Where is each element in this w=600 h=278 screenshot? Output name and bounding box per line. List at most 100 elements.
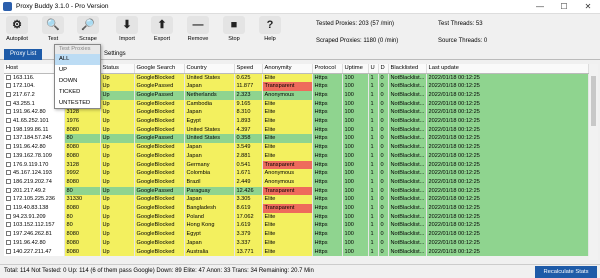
table-row[interactable]: 41.65.252.101 1976 Up GoogleBlocked Egypt 1.8… (4, 117, 589, 126)
table-cell: 100 (342, 108, 369, 118)
table-row[interactable]: 191.96.42.80 8080 Up GoogleBlocked Japan 3.54… (4, 143, 589, 152)
scrape-button[interactable]: 🔎 Scrape (73, 15, 103, 47)
table-row[interactable]: 198.199.86.11 8080 Up GoogleBlocked United S… (4, 125, 589, 135)
table-row[interactable]: 176.9.119.170 3128 Up GoogleBlocked Germany 0… (4, 160, 589, 170)
table-row[interactable]: 103.152.112.157 80 Up GoogleBlocked Hong Kon… (4, 221, 589, 231)
row-checkbox[interactable] (6, 248, 11, 254)
remove-button[interactable]: — Remove (183, 15, 213, 47)
test-threads-stat: Test Threads: 53 (438, 21, 483, 27)
row-checkbox[interactable] (6, 170, 11, 176)
recalculate-stats-button[interactable]: Recalculate Stats (535, 266, 597, 278)
import-button[interactable]: ⬇ Import (112, 15, 142, 47)
dropdown-item-ticked[interactable]: TICKED (55, 87, 100, 98)
table-cell: Elite (262, 195, 313, 205)
row-checkbox[interactable] (6, 239, 11, 245)
host-text: 163.116. (13, 74, 35, 81)
table-cell: 2022/01/18 00:12:25 (426, 186, 589, 196)
minimize-button[interactable]: — (528, 0, 552, 14)
test-button[interactable]: 🔍 Test (38, 15, 68, 47)
table-row[interactable]: 186.219.202.74 8080 Up GoogleBlocked Brazil 2… (4, 177, 589, 187)
row-checkbox[interactable] (6, 109, 11, 115)
maximize-button[interactable]: ☐ (552, 0, 576, 14)
table-row[interactable]: 172.105.225.236 31330 Up GoogleBlocked Japan… (4, 195, 589, 205)
table-row[interactable]: 191.96.42.80 3128 Up GoogleBlocked Japan 8.31… (4, 108, 589, 118)
column-header[interactable]: Anonymity (262, 64, 313, 74)
column-header[interactable]: Last update (426, 64, 589, 74)
close-button[interactable]: ✕ (576, 0, 600, 14)
table-cell: Elite (262, 134, 313, 144)
column-header[interactable]: Blacklisted (388, 64, 427, 74)
table-row[interactable]: 94.23.91.209 80 Up GoogleBlocked Poland 17.06… (4, 212, 589, 222)
dropdown-item-down[interactable]: DOWN (55, 76, 100, 87)
column-header[interactable]: Protocol (312, 64, 343, 74)
table-cell: 0 (378, 169, 389, 178)
row-checkbox[interactable] (6, 91, 11, 97)
table-cell: 100 (342, 238, 369, 248)
dropdown-item-all[interactable]: ALL (55, 54, 100, 65)
column-header[interactable]: U (368, 64, 379, 74)
row-checkbox[interactable] (6, 178, 11, 184)
table-row[interactable]: 139.162.78.109 8080 Up GoogleBlocked Japan 2.… (4, 151, 589, 161)
table-cell: 1 (368, 204, 379, 213)
row-checkbox[interactable] (6, 161, 11, 167)
column-header[interactable]: Speed (234, 64, 263, 74)
table-row[interactable]: 197.246.262.81 8080 Up GoogleBlocked Egypt 3.… (4, 230, 589, 239)
table-cell: 1 (368, 177, 379, 187)
table-cell: NotBlacklist... (388, 204, 427, 213)
export-button[interactable]: ⬆ Export (147, 15, 177, 47)
autopilot-button[interactable]: ⚙ Autopilot (2, 15, 32, 47)
dropdown-item-up[interactable]: UP (55, 65, 100, 76)
table-cell: United States (184, 125, 235, 135)
table-cell: 31330 (64, 195, 101, 205)
table-cell: 2022/01/18 00:12:25 (426, 73, 589, 83)
table-cell: 0 (378, 125, 389, 135)
column-header[interactable]: Status (100, 64, 135, 74)
row-checkbox[interactable] (6, 100, 11, 106)
table-cell: 1 (368, 230, 379, 239)
row-checkbox[interactable] (6, 135, 11, 141)
scrollbar-thumb[interactable] (591, 76, 596, 126)
table-cell: Up (100, 117, 135, 126)
column-header[interactable]: Uptime (342, 64, 369, 74)
row-checkbox[interactable] (6, 144, 11, 150)
table-row[interactable]: 140.227.211.47 8080 Up GoogleBlocked Austral… (4, 247, 589, 257)
table-row[interactable]: 45.167.124.193 9992 Up GoogleBlocked Colombi… (4, 169, 589, 178)
row-checkbox[interactable] (6, 126, 11, 132)
row-checkbox[interactable] (6, 196, 11, 202)
vertical-scrollbar[interactable] (589, 64, 598, 260)
table-cell: 0 (378, 82, 389, 91)
table-cell: 100 (342, 143, 369, 152)
column-header[interactable]: Google Search (134, 64, 185, 74)
table-cell: Anonymous (262, 90, 313, 100)
table-cell: Elite (262, 143, 313, 152)
table-cell: Up (100, 160, 135, 170)
help-button[interactable]: ? Help (255, 15, 285, 47)
column-header[interactable]: D (378, 64, 389, 74)
row-checkbox[interactable] (6, 152, 11, 158)
table-cell: 201.217.49.2 (4, 186, 65, 196)
column-header[interactable]: Country (184, 64, 235, 74)
table-row[interactable]: 137.184.57.245 80 Up GooglePassed United Sta… (4, 134, 589, 144)
table-cell: GoogleBlocked (134, 143, 185, 152)
row-checkbox[interactable] (6, 83, 11, 89)
table-row[interactable]: 119.40.83.138 8080 Up GoogleBlocked Banglade… (4, 204, 589, 213)
row-checkbox[interactable] (6, 187, 11, 193)
table-row[interactable]: 201.217.49.2 80 Up GooglePassed Paraguay 12.4… (4, 186, 589, 196)
row-checkbox[interactable] (6, 213, 11, 219)
table-row[interactable]: 191.96.42.80 8080 Up GoogleBlocked Japan 3.33… (4, 238, 589, 248)
row-checkbox[interactable] (6, 118, 11, 124)
tab-settings[interactable]: Settings (98, 49, 132, 60)
table-cell: 1.671 (234, 169, 263, 178)
stop-button[interactable]: ■ Stop (219, 15, 249, 47)
row-checkbox[interactable] (6, 74, 11, 80)
table-cell: Elite (262, 108, 313, 118)
row-checkbox[interactable] (6, 222, 11, 228)
table-cell: Bangladesh (184, 204, 235, 213)
host-text: 191.96.42.80 (13, 239, 46, 246)
row-checkbox[interactable] (6, 205, 11, 211)
tab-proxy-list[interactable]: Proxy List (4, 49, 43, 60)
row-checkbox[interactable] (6, 231, 11, 237)
dropdown-item-untested[interactable]: UNTESTED (55, 98, 100, 109)
table-cell: Https (312, 238, 343, 248)
table-cell: Up (100, 169, 135, 178)
